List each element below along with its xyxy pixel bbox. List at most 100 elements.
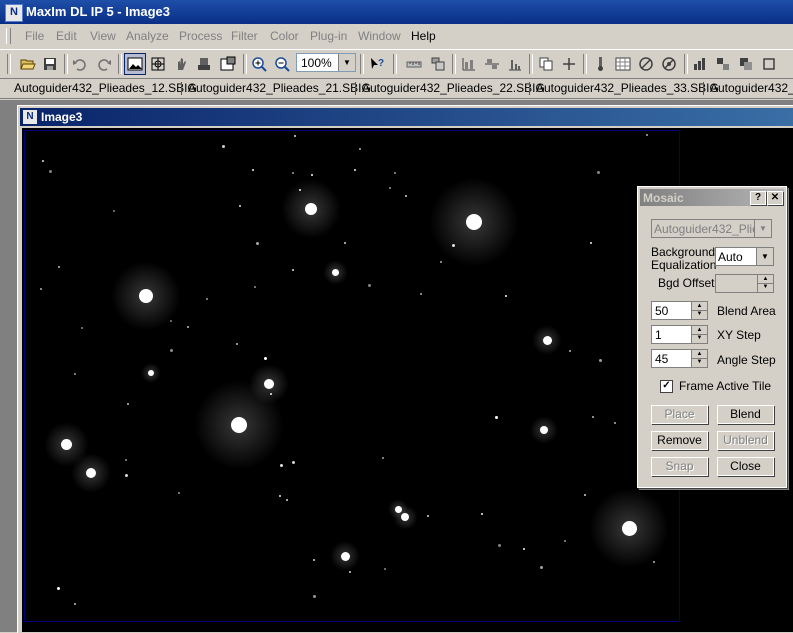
close-button[interactable]: Close	[717, 457, 774, 476]
thermometer-icon[interactable]	[590, 54, 610, 74]
blend-area-spinner[interactable]: 50 ▲ ▼	[651, 301, 708, 320]
stamp-icon[interactable]	[194, 54, 214, 74]
menu-filter[interactable]: Filter	[231, 29, 258, 43]
add-icon[interactable]	[559, 54, 579, 74]
menu-color[interactable]: Color	[270, 29, 299, 43]
menu-grip[interactable]	[6, 28, 11, 44]
tab-separator	[703, 82, 704, 95]
faint-star	[599, 359, 602, 362]
faint-star	[349, 571, 351, 573]
faint-star	[540, 566, 543, 569]
no-filter-icon[interactable]	[636, 54, 656, 74]
menu-window[interactable]: Window	[358, 29, 401, 43]
xy-step-spinner[interactable]: 1 ▲ ▼	[651, 325, 708, 344]
bgd-offset-spin-buttons[interactable]: ▲ ▼	[757, 275, 773, 292]
faint-star	[170, 320, 172, 322]
chevron-down-icon[interactable]: ▼	[754, 220, 771, 237]
snap-button[interactable]: Snap	[651, 457, 708, 476]
maxim-app-icon[interactable]: N	[5, 4, 23, 22]
open-icon[interactable]	[18, 54, 38, 74]
frame-icon[interactable]	[759, 54, 779, 74]
mosaic-dialog-title: Mosaic	[643, 191, 684, 205]
overlap-icon[interactable]	[736, 54, 756, 74]
no-dark-icon[interactable]	[659, 54, 679, 74]
xy-step-label: XY Step	[717, 328, 761, 342]
ruler-icon[interactable]	[404, 54, 424, 74]
bar-chart-icon[interactable]	[690, 54, 710, 74]
faint-star	[292, 461, 295, 464]
tab-image-partial[interactable]: Autoguider432_Plieades_	[710, 81, 793, 95]
frame-active-tile-checkbox[interactable]: ✓	[660, 380, 673, 393]
help-icon[interactable]: ?	[750, 191, 766, 205]
menu-process[interactable]: Process	[179, 29, 222, 43]
faint-star	[294, 135, 296, 137]
chevron-down-icon[interactable]: ▼	[338, 54, 355, 71]
bgd-offset-spinner[interactable]: ▲ ▼	[715, 274, 774, 293]
align-icon[interactable]	[482, 54, 502, 74]
crosshair-select-icon[interactable]	[148, 54, 168, 74]
faint-star	[646, 134, 648, 136]
menu-file[interactable]: File	[25, 29, 44, 43]
toolbar-grip[interactable]	[7, 54, 11, 74]
unblend-button[interactable]: Unblend	[717, 431, 774, 450]
tile-select[interactable]: Autoguider432_Pliea ▼	[651, 219, 772, 238]
tile-select-value: Autoguider432_Pliea	[654, 222, 754, 236]
pixel-grid-icon[interactable]	[613, 54, 633, 74]
blend-button[interactable]: Blend	[717, 405, 774, 424]
save-icon[interactable]	[40, 54, 60, 74]
spin-down-icon[interactable]: ▼	[692, 334, 707, 342]
tab-image-12[interactable]: Autoguider432_Plieades_12.SBIG	[14, 81, 197, 95]
menu-analyze[interactable]: Analyze	[126, 29, 169, 43]
remove-button[interactable]: Remove	[651, 431, 708, 450]
blend-area-spin-buttons[interactable]: ▲ ▼	[691, 302, 707, 319]
star-field-image[interactable]	[24, 130, 680, 622]
tab-image-33[interactable]: Autoguider432_Plieades_33.SBIG	[536, 81, 719, 95]
redo-icon[interactable]	[94, 54, 114, 74]
angle-step-spinner[interactable]: 45 ▲ ▼	[651, 349, 708, 368]
undo-icon[interactable]	[70, 54, 90, 74]
faint-star	[256, 242, 259, 245]
context-help-icon[interactable]: ?	[367, 54, 387, 74]
place-button[interactable]: Place	[651, 405, 708, 424]
close-icon[interactable]: ✕	[767, 191, 783, 205]
angle-step-spin-buttons[interactable]: ▲ ▼	[691, 350, 707, 367]
image-window-title-bar[interactable]: N Image3	[20, 108, 793, 126]
xy-step-spin-buttons[interactable]: ▲ ▼	[691, 326, 707, 343]
zoom-out-icon[interactable]	[272, 54, 292, 74]
spin-down-icon[interactable]: ▼	[692, 358, 707, 366]
tab-image-21[interactable]: Autoguider432_Plieades_21.SBIG	[188, 81, 371, 95]
toolbar-separator	[452, 54, 456, 74]
menu-edit[interactable]: Edit	[56, 29, 77, 43]
mosaic-dialog-title-bar[interactable]: Mosaic ? ✕	[640, 189, 784, 206]
tile-icon[interactable]	[713, 54, 733, 74]
background-equalization-select[interactable]: Auto ▼	[715, 247, 774, 266]
spin-down-icon[interactable]: ▼	[692, 310, 707, 318]
faint-star	[170, 349, 173, 352]
zoom-in-icon[interactable]	[249, 54, 269, 74]
tab-image-22[interactable]: Autoguider432_Plieades_22.SBIG	[362, 81, 545, 95]
faint-star	[252, 169, 254, 171]
copy-icon[interactable]	[536, 54, 556, 74]
menu-help[interactable]: Help	[411, 29, 436, 43]
stack-icon[interactable]	[428, 54, 448, 74]
menu-view[interactable]: View	[90, 29, 116, 43]
histogram-icon[interactable]	[505, 54, 525, 74]
image-tab-bar: Autoguider432_Plieades_12.SBIG Autoguide…	[0, 78, 793, 99]
maxim-doc-icon[interactable]: N	[23, 110, 37, 124]
image-view-icon[interactable]	[124, 53, 146, 75]
faint-star	[389, 187, 391, 189]
faint-star	[394, 172, 396, 174]
spin-down-icon[interactable]: ▼	[758, 283, 773, 291]
pan-hand-icon[interactable]	[171, 54, 191, 74]
faint-star	[270, 393, 272, 395]
menu-plug-in[interactable]: Plug-in	[310, 29, 347, 43]
info-window-icon[interactable]	[218, 54, 238, 74]
zoom-combo[interactable]: 100% ▼	[296, 53, 356, 72]
faint-star	[523, 548, 525, 550]
main-title-bar[interactable]: N MaxIm DL IP 5 - Image3	[0, 0, 793, 24]
background-equalization-value: Auto	[718, 250, 743, 264]
faint-star	[74, 603, 76, 605]
chevron-down-icon[interactable]: ▼	[756, 248, 773, 265]
measure-icon[interactable]	[459, 54, 479, 74]
frame-active-tile-label[interactable]: Frame Active Tile	[679, 379, 771, 393]
